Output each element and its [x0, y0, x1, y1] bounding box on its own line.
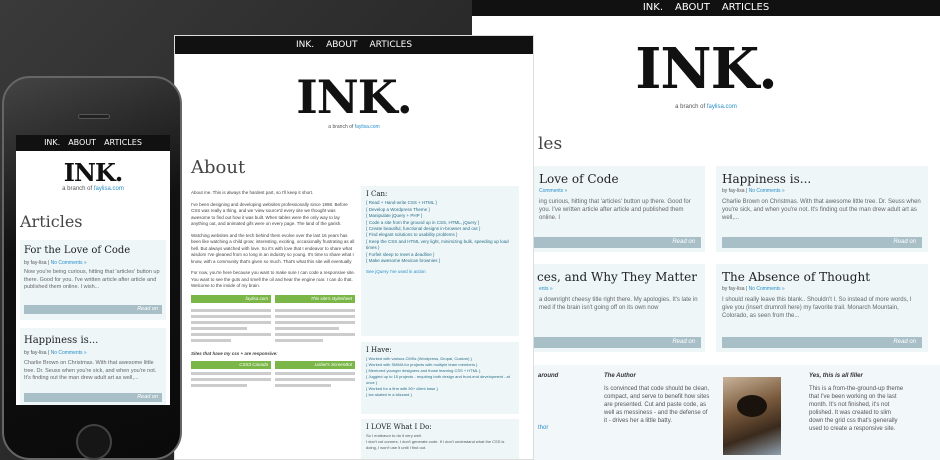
article-excerpt: Now you're being curious, hitting that '… [24, 269, 160, 290]
comments-link[interactable]: No Comments » [749, 286, 785, 292]
jquery-link[interactable]: See jQuery I've used in action [366, 269, 514, 275]
branch-link[interactable]: faylisa.com [707, 104, 737, 110]
read-on-button[interactable]: Read on [722, 237, 922, 248]
article-card: The Absence of Thought by fay-lisa | No … [716, 264, 928, 352]
comments-link[interactable]: No Comments » [749, 188, 785, 194]
article-title[interactable]: Love of Code [539, 172, 619, 186]
read-on-button[interactable]: Read on [24, 393, 162, 402]
article-author: by fay-lisa [24, 260, 47, 266]
i-love-title: I LOVE What I Do: [366, 423, 432, 431]
read-on-button[interactable]: Read on [722, 337, 922, 348]
i-can-title: I Can: [366, 190, 388, 198]
site-logo[interactable]: INK. [175, 72, 533, 122]
nav-about[interactable]: ABOUT [326, 36, 357, 54]
article-card: Happiness is... by fay-lisa | No Comment… [20, 328, 166, 405]
read-on-button[interactable]: Read on [533, 337, 701, 348]
nav-home[interactable]: INK. [643, 0, 663, 16]
article-excerpt: a downright cheesy title right there. My… [539, 297, 698, 311]
branch-line: a branch of faylisa.com [16, 186, 170, 192]
article-title[interactable]: Happiness is... [722, 172, 811, 186]
article-card: Happiness is... by fay-lisa | No Comment… [716, 166, 928, 252]
comments-link[interactable]: ents » [539, 286, 553, 292]
article-excerpt: Charlie Brown on Christmas. With that aw… [24, 360, 157, 381]
about-para: Watching websites and the tech behind th… [191, 232, 355, 264]
branch-prefix: a branch of [62, 186, 93, 192]
branch-line: a branch of faylisa.com [472, 104, 940, 110]
article-title[interactable]: Happiness is... [24, 335, 98, 346]
have-item: { Juggled up to 15 projects - requiring … [366, 374, 510, 385]
footer-col1-title: around [538, 373, 559, 379]
top-nav: INK. ABOUT ARTICLES [472, 0, 940, 16]
branch-link[interactable]: faylisa.com [355, 124, 380, 130]
phone-speaker [78, 114, 110, 119]
article-card: ces, and Why They Matter ents » a downri… [533, 264, 705, 352]
article-excerpt: I should really leave this blank.. Shoul… [722, 297, 912, 319]
article-card: For the Love of Code by fay-lisa | No Co… [20, 240, 166, 320]
about-para: I've been designing and developing websi… [191, 201, 348, 227]
i-have-box: I Have: { Worked with various CMSs (Word… [361, 342, 519, 414]
article-title[interactable]: ces, and Why They Matter [537, 270, 697, 284]
site-logo[interactable]: INK. [16, 161, 170, 185]
nav-articles[interactable]: ARTICLES [722, 0, 769, 16]
nav-about[interactable]: ABOUT [675, 0, 710, 16]
footer-author-text: Is convinced that code should be clean, … [604, 386, 710, 424]
green-label[interactable]: faylisa.com [191, 294, 271, 303]
article-title[interactable]: For the Love of Code [24, 245, 130, 256]
article-author: by fay-lisa [722, 188, 745, 194]
section-title: Articles [20, 212, 83, 231]
desktop-preview: INK. ABOUT ARTICLES INK. a branch of fay… [472, 0, 940, 460]
article-excerpt: Charlie Brown on Christmas. With that aw… [722, 199, 921, 221]
tablet-preview: INK. ABOUT ARTICLES INK. a branch of fay… [174, 35, 534, 460]
top-nav: INK. ABOUT ARTICLES [175, 36, 533, 54]
comments-link[interactable]: No Comments » [51, 260, 87, 266]
footer: around thor The Author Is convinced that… [472, 365, 940, 460]
nav-home[interactable]: INK. [296, 36, 314, 54]
phone-screen: INK. ABOUT ARTICLES INK. a branch of fay… [16, 135, 170, 405]
article-excerpt: ing curious, hitting that 'articles' but… [539, 199, 691, 221]
love-text: I don't cut corners. I don't generate co… [366, 439, 505, 450]
footer-filler-title: Yes, this is all filler [809, 373, 863, 379]
article-author: by fay-lisa [722, 286, 745, 292]
article-card: Love of Code Comments » ing curious, hit… [533, 166, 705, 252]
footer-col1-link[interactable]: thor [538, 425, 548, 431]
page-title: About [191, 157, 246, 178]
phone-mockup: INK. ABOUT ARTICLES INK. a branch of fay… [2, 76, 182, 460]
i-have-title: I Have: [366, 346, 392, 354]
can-item: { Make awesome Mexican brownies } [366, 258, 441, 264]
branch-link[interactable]: faylisa.com [94, 186, 124, 192]
branch-prefix: a branch of [675, 104, 706, 110]
footer-author-title: The Author [604, 373, 636, 379]
read-on-button[interactable]: Read on [24, 305, 162, 314]
i-can-box: I Can: { Read + Hand-write CSS + HTML } … [361, 186, 519, 336]
comments-link[interactable]: Comments » [539, 188, 567, 194]
comments-link[interactable]: No Comments » [51, 350, 87, 356]
article-author: by fay-lisa [24, 350, 47, 356]
section-title-fragment: les [538, 134, 563, 154]
can-item: { Keep the CSS and HTML very light, mini… [366, 238, 509, 251]
sunglasses-shape [737, 395, 767, 417]
site-logo[interactable]: INK. [472, 38, 940, 100]
nav-about[interactable]: ABOUT [68, 135, 96, 151]
nav-articles[interactable]: ARTICLES [369, 36, 412, 54]
nav-home[interactable]: INK. [44, 135, 60, 151]
responsive-sites-heading: Sites that have my css + are responsive: [191, 351, 278, 356]
about-body: About me. This is always the hardest par… [191, 190, 355, 390]
about-para: For now, you're here because you want to… [191, 270, 355, 288]
about-intro: About me. This is always the hardest par… [191, 190, 314, 195]
green-label[interactable]: This site's stylesheet [275, 294, 355, 303]
nav-articles[interactable]: ARTICLES [104, 135, 142, 151]
branch-line: a branch of faylisa.com [175, 124, 533, 130]
article-title[interactable]: The Absence of Thought [722, 270, 870, 284]
have-item: { Ice-skated in a blizzard } [366, 392, 412, 397]
author-photo [723, 377, 781, 455]
read-on-button[interactable]: Read on [533, 237, 701, 248]
green-label[interactable]: Lisbet's ScreenBot [275, 360, 355, 369]
home-button[interactable] [76, 424, 112, 460]
i-love-box: I LOVE What I Do: So I endeavor to do it… [361, 419, 519, 459]
branch-prefix: a branch of [328, 124, 354, 130]
green-label[interactable]: CSS3 Canada [191, 360, 271, 369]
top-nav: INK. ABOUT ARTICLES [16, 135, 170, 151]
footer-filler-text: This is a from-the-ground-up theme that … [809, 386, 904, 432]
